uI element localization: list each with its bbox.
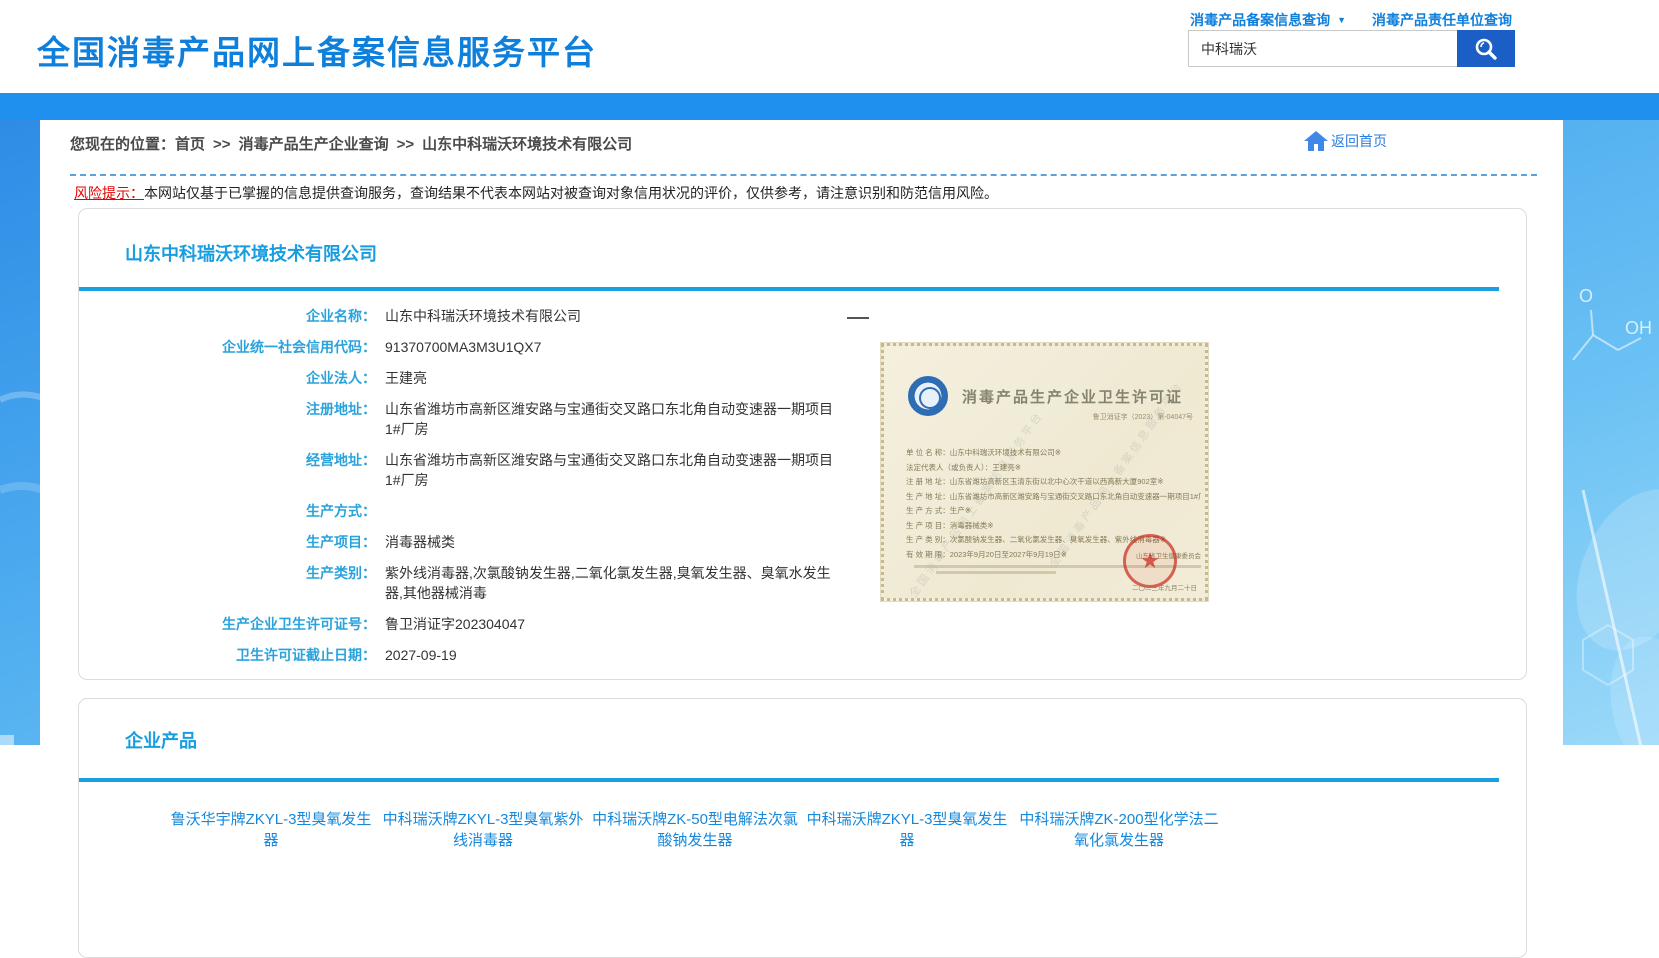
- cert-line-registered-address: 注 册 地 址：山东省潍坊高新区玉清东街以北中心次干道以西高新大厦902室※: [906, 475, 1201, 490]
- certificate-title: 消毒产品生产企业卫生许可证: [962, 386, 1202, 407]
- certificate-red-seal-icon: ★: [1123, 534, 1177, 588]
- dashed-divider: [70, 174, 1537, 176]
- cert-line-production-project: 生 产 项 目：消毒器械类※: [906, 519, 1201, 534]
- search-icon: [1473, 36, 1499, 62]
- field-production-category: 生产类别： 紫外线消毒器,次氯酸钠发生器,二氧化氯发生器,臭氧发生器、臭氧水发生…: [79, 563, 929, 603]
- risk-notice: 风险提示：本网站仅基于已掌握的信息提供查询服务，查询结果不代表本网站对被查询对象…: [74, 183, 998, 203]
- molecule-decoration-right: O OH: [1563, 240, 1659, 810]
- cert-line-legal-rep: 法定代表人（或负责人）：王建亮※: [906, 461, 1201, 476]
- scan-artifact-mark: [847, 317, 869, 319]
- site-title: 全国消毒产品网上备案信息服务平台: [37, 26, 597, 74]
- field-company-name: 企业名称： 山东中科瑞沃环境技术有限公司: [79, 306, 929, 326]
- cert-line-unit-name: 单 位 名 称：山东中科瑞沃环境技术有限公司※: [906, 446, 1201, 461]
- breadcrumb-enterprise-query[interactable]: 消毒产品生产企业查询: [239, 136, 389, 153]
- field-license-number: 生产企业卫生许可证号： 鲁卫消证字202304047: [79, 614, 929, 634]
- nav-record-info-query[interactable]: 消毒产品备案信息查询 ▼: [1190, 10, 1346, 30]
- company-card-title: 山东中科瑞沃环境技术有限公司: [125, 240, 377, 266]
- site-header: 全国消毒产品网上备案信息服务平台 消毒产品备案信息查询 ▼ 消毒产品责任单位查询: [0, 0, 1659, 93]
- hygiene-license-certificate-image: 全国消毒产品网上备案信息服务平台 全国消毒产品网上备案信息服务平台 消毒产品生产…: [881, 343, 1208, 601]
- molecule-decoration-left: [0, 240, 43, 865]
- product-link-1[interactable]: 鲁沃华宇牌ZKYL-3型臭氧发生器: [165, 809, 377, 851]
- products-grid: 鲁沃华宇牌ZKYL-3型臭氧发生器 中科瑞沃牌ZKYL-3型臭氧紫外线消毒器 中…: [165, 809, 1465, 876]
- field-credit-code: 企业统一社会信用代码： 91370700MA3M3U1QX7: [79, 337, 929, 357]
- field-business-address: 经营地址： 山东省潍坊市高新区潍安路与宝通街交叉路口东北角自动变速器一期项目1#…: [79, 450, 929, 490]
- search-button[interactable]: [1457, 30, 1515, 67]
- chevron-down-icon: ▼: [1337, 15, 1346, 25]
- breadcrumb: 您现在的位置：首页>>消毒产品生产企业查询>>山东中科瑞沃环境技术有限公司 返回…: [70, 133, 1537, 159]
- products-card-title: 企业产品: [125, 727, 197, 753]
- cert-line-production-address: 生 产 地 址：山东省潍坊市高新区潍安路与宝通街交叉路口东北角自动变速器一期项目…: [906, 490, 1201, 505]
- molecule-oh-label: OH: [1625, 318, 1652, 338]
- search-input[interactable]: [1188, 30, 1457, 67]
- home-icon: [1303, 129, 1329, 153]
- certificate-number: 鲁卫消证字（2023）第-04047号: [1093, 412, 1193, 422]
- product-link-5[interactable]: 中科瑞沃牌ZK-200型化学法二氧化氯发生器: [1013, 809, 1225, 851]
- company-products-card: 企业产品 鲁沃华宇牌ZKYL-3型臭氧发生器 中科瑞沃牌ZKYL-3型臭氧紫外线…: [78, 698, 1527, 958]
- field-production-project: 生产项目： 消毒器械类: [79, 532, 929, 552]
- company-info-card: 山东中科瑞沃环境技术有限公司 企业名称： 山东中科瑞沃环境技术有限公司 企业统一…: [78, 208, 1527, 680]
- breadcrumb-separator: >>: [213, 136, 231, 153]
- molecule-o-label: O: [1579, 286, 1593, 306]
- breadcrumb-current: 山东中科瑞沃环境技术有限公司: [422, 136, 632, 153]
- field-production-mode: 生产方式：: [79, 501, 929, 521]
- top-nav: 消毒产品备案信息查询 ▼ 消毒产品责任单位查询: [1190, 10, 1512, 30]
- breadcrumb-prefix: 您现在的位置：: [70, 136, 175, 153]
- company-fields: 企业名称： 山东中科瑞沃环境技术有限公司 企业统一社会信用代码： 9137070…: [79, 306, 929, 676]
- risk-notice-label: 风险提示：: [74, 185, 144, 201]
- field-legal-person: 企业法人： 王建亮: [79, 368, 929, 388]
- certificate-issue-date: 二〇二三年九月二十日: [1132, 582, 1197, 592]
- product-link-2[interactable]: 中科瑞沃牌ZKYL-3型臭氧紫外线消毒器: [377, 809, 589, 851]
- search-bar: [1188, 30, 1515, 67]
- product-link-4[interactable]: 中科瑞沃牌ZKYL-3型臭氧发生器: [801, 809, 1013, 851]
- field-license-expiry: 卫生许可证截止日期： 2027-09-19: [79, 645, 929, 665]
- field-registered-address: 注册地址： 山东省潍坊市高新区潍安路与宝通街交叉路口东北角自动变速器一期项目1#…: [79, 399, 929, 439]
- certificate-emblem-icon: [908, 376, 948, 416]
- breadcrumb-home[interactable]: 首页: [175, 136, 205, 153]
- company-card-rule: [79, 287, 1499, 291]
- products-card-rule: [79, 778, 1499, 782]
- cert-line-production-mode: 生 产 方 式：生产※: [906, 504, 1201, 519]
- breadcrumb-separator: >>: [397, 136, 415, 153]
- back-home-link[interactable]: 返回首页: [1303, 129, 1387, 153]
- product-link-3[interactable]: 中科瑞沃牌ZK-50型电解法次氯酸钠发生器: [589, 809, 801, 851]
- header-accent-bar: [0, 93, 1659, 120]
- risk-notice-text: 本网站仅基于已掌握的信息提供查询服务，查询结果不代表本网站对被查询对象信用状况的…: [144, 185, 998, 201]
- nav-responsible-unit-query[interactable]: 消毒产品责任单位查询: [1372, 10, 1512, 30]
